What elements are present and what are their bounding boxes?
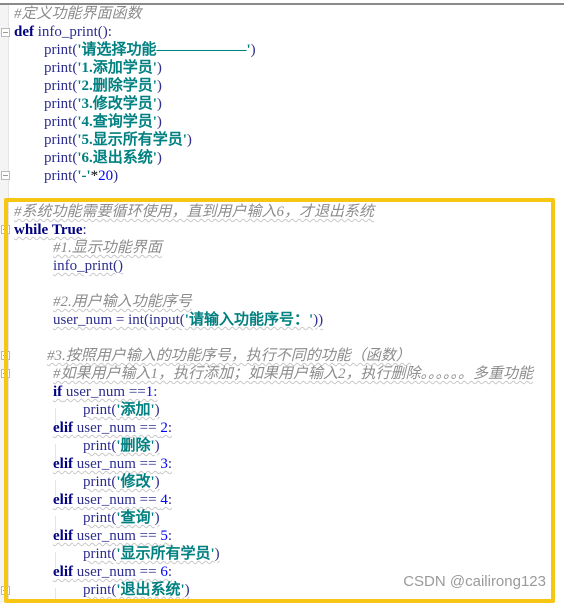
code-token-fn: ) xyxy=(156,150,162,166)
code-token-fn: print( xyxy=(44,150,78,166)
code-token-fn: ) xyxy=(156,78,162,94)
highlight-box xyxy=(4,198,555,603)
fold-toggle-icon[interactable] xyxy=(1,28,10,37)
fold-end-icon[interactable] xyxy=(1,171,10,180)
code-token-fn: print( xyxy=(44,114,78,130)
code-token-fn: print( xyxy=(44,60,78,76)
code-token-plain: info_print(): xyxy=(34,24,112,40)
watermark: CSDN @cailirong123 xyxy=(403,573,546,590)
code-line[interactable]: print('请选择功能——————') xyxy=(44,41,256,59)
code-line[interactable]: def info_print(): xyxy=(14,23,112,41)
code-token-fn: ) xyxy=(156,60,162,76)
code-token-fn: print( xyxy=(44,78,78,94)
code-line[interactable]: print('2.删除学员') xyxy=(44,77,162,95)
code-token-str: '4.查询学员' xyxy=(77,114,157,130)
code-token-fn: ) xyxy=(250,42,256,58)
code-token-num: 20 xyxy=(98,168,114,184)
code-token-fn: print( xyxy=(44,42,78,58)
code-token-str: '请选择功能——————' xyxy=(77,42,251,58)
code-token-cm: #定义功能界面函数 xyxy=(14,6,142,22)
code-token-str: '5.显示所有学员' xyxy=(77,132,187,148)
code-token-fn: print( xyxy=(44,168,78,184)
code-token-fn: ) xyxy=(156,114,162,130)
code-line[interactable]: print('4.查询学员') xyxy=(44,113,162,131)
code-line[interactable]: print('1.添加学员') xyxy=(44,59,162,77)
code-line[interactable]: print('-'*20) xyxy=(44,167,118,185)
code-token-str: '1.添加学员' xyxy=(77,60,157,76)
code-token-fn: print( xyxy=(44,96,78,112)
code-line[interactable]: print('5.显示所有学员') xyxy=(44,131,192,149)
code-line[interactable]: #定义功能界面函数 xyxy=(14,5,142,23)
code-token-fn: ) xyxy=(113,168,119,184)
code-token-str: '6.退出系统' xyxy=(77,150,157,166)
code-token-fn: print( xyxy=(44,132,78,148)
code-token-str: '-' xyxy=(77,168,91,184)
code-token-fn: ) xyxy=(186,132,192,148)
code-token-kw: def xyxy=(14,24,34,40)
code-line[interactable]: print('6.退出系统') xyxy=(44,149,162,167)
code-token-str: '2.删除学员' xyxy=(77,78,157,94)
code-line[interactable]: print('3.修改学员') xyxy=(44,95,162,113)
code-token-str: '3.修改学员' xyxy=(77,96,157,112)
code-token-fn: ) xyxy=(156,96,162,112)
